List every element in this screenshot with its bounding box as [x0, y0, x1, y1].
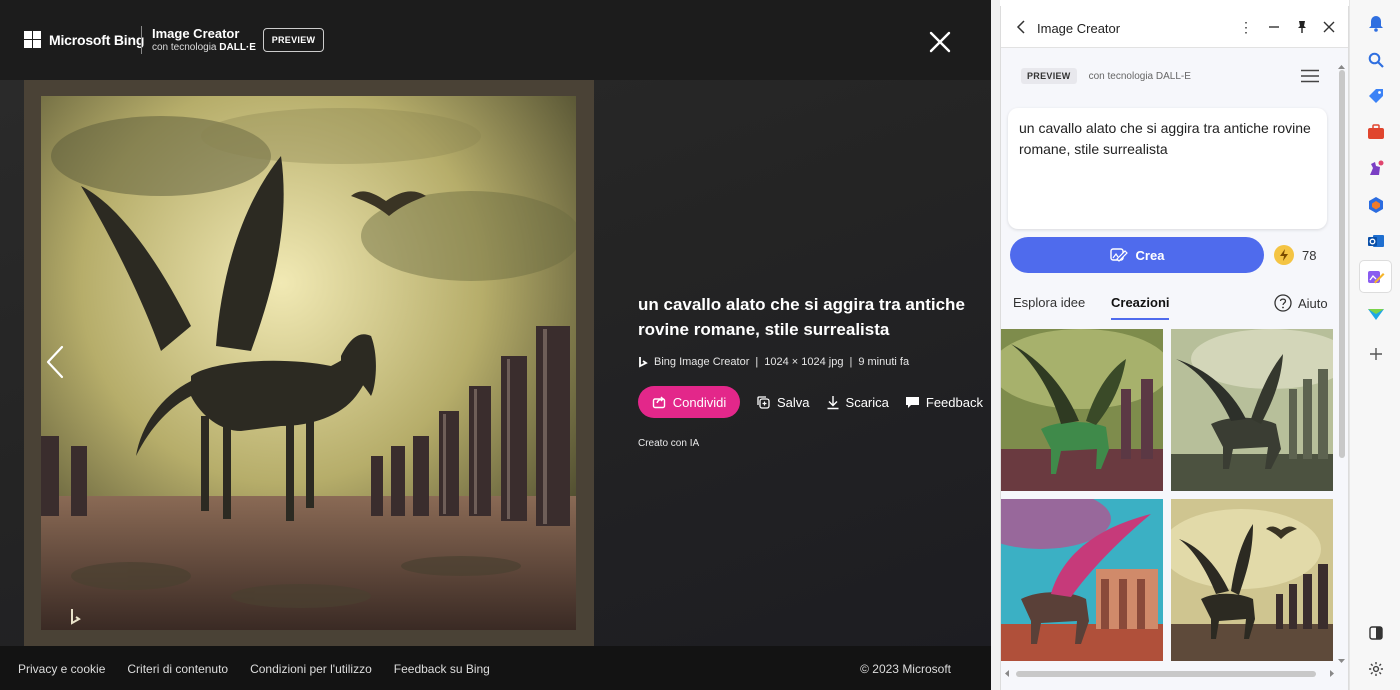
boost-count: 78	[1302, 247, 1317, 263]
boost-icon	[1274, 245, 1294, 265]
panel-header: Image Creator ⋮	[1001, 6, 1348, 48]
creation-thumbnail[interactable]	[1001, 499, 1163, 661]
product-title: Image Creator	[152, 26, 240, 41]
bing-logo[interactable]: Microsoft Bing	[24, 31, 144, 48]
save-button[interactable]: Salva	[756, 395, 810, 410]
image-detail-view: Microsoft Bing Image Creator con tecnolo…	[0, 0, 991, 690]
outlook-icon[interactable]	[1366, 231, 1386, 251]
meta-separator: |	[849, 356, 853, 368]
header-divider	[141, 26, 142, 54]
prompt-title: un cavallo alato che si aggira tra antic…	[638, 295, 965, 339]
image-info: un cavallo alato che si aggira tra antic…	[638, 292, 988, 449]
product-subtitle: con tecnologia DALL·E	[152, 42, 256, 53]
microsoft-365-icon[interactable]	[1366, 195, 1386, 215]
top-bar: Microsoft Bing Image Creator con tecnolo…	[0, 0, 991, 80]
drop-icon[interactable]	[1366, 304, 1386, 324]
bing-icon	[639, 357, 648, 368]
panel-subheader: PREVIEW con tecnologia DALL-E	[1021, 68, 1191, 84]
feedback-button[interactable]: Feedback	[905, 395, 983, 410]
image-creator-panel: Image Creator ⋮ PREVIEW con tecnologia D…	[1000, 6, 1349, 690]
create-icon	[1109, 248, 1128, 262]
collection-icon	[757, 395, 770, 409]
help-button[interactable]: Aiuto	[1274, 294, 1328, 312]
footer-link-privacy[interactable]: Privacy e cookie	[18, 662, 105, 676]
microsoft-logo-icon	[24, 31, 41, 48]
meta-source: Bing Image Creator	[654, 356, 750, 368]
panel-title: Image Creator	[1037, 21, 1121, 36]
feedback-icon	[905, 397, 919, 408]
split-screen-icon[interactable]	[1366, 623, 1386, 643]
creation-thumbnail[interactable]	[1171, 329, 1333, 491]
download-icon	[827, 395, 839, 409]
shopping-tag-icon[interactable]	[1366, 86, 1386, 106]
share-icon	[652, 396, 665, 409]
dalle-text: con tecnologia DALL-E	[1088, 70, 1191, 82]
creations-grid	[1001, 329, 1335, 661]
creation-thumbnail[interactable]	[1001, 329, 1163, 491]
footer-link-feedback[interactable]: Feedback su Bing	[394, 662, 490, 676]
add-icon[interactable]	[1366, 344, 1386, 364]
boost-counter[interactable]: 78	[1274, 245, 1316, 265]
share-label: Condividi	[672, 394, 727, 410]
copyright: © 2023 Microsoft	[860, 662, 951, 676]
footer-link-content-policy[interactable]: Criteri di contenuto	[127, 662, 228, 676]
panel-gutter	[991, 0, 1000, 690]
search-icon[interactable]	[1366, 50, 1386, 70]
previous-arrow-icon[interactable]	[44, 345, 66, 379]
bing-watermark-icon	[71, 609, 81, 625]
brand-name: Microsoft Bing	[49, 31, 145, 48]
browser-sidebar	[1349, 0, 1400, 690]
image-stage: un cavallo alato che si aggira tra antic…	[0, 80, 991, 646]
preview-badge: PREVIEW	[1021, 68, 1077, 84]
image-meta: Bing Image Creator | 1024 × 1024 jpg | 9…	[638, 356, 988, 368]
minimize-icon[interactable]	[1267, 19, 1281, 35]
share-button[interactable]: Condividi	[638, 386, 740, 418]
meta-time: 9 minuti fa	[858, 356, 910, 368]
pin-icon[interactable]	[1295, 19, 1309, 35]
horizontal-scrollbar-thumb[interactable]	[1016, 671, 1316, 677]
close-panel-icon[interactable]	[1322, 19, 1336, 35]
meta-separator: |	[755, 356, 759, 368]
panel-tabs: Esplora idee Creazioni Aiuto	[1013, 294, 1338, 324]
close-icon[interactable]	[927, 29, 953, 55]
footer: Privacy e cookie Criteri di contenuto Co…	[0, 646, 991, 690]
scroll-left-icon[interactable]	[1004, 669, 1010, 678]
menu-icon[interactable]	[1301, 69, 1319, 83]
scrollbar-thumb[interactable]	[1339, 70, 1345, 458]
more-options-icon[interactable]: ⋮	[1239, 19, 1253, 35]
image-frame	[24, 80, 594, 646]
games-icon[interactable]	[1366, 158, 1386, 178]
download-label: Scarica	[845, 394, 889, 410]
preview-badge: PREVIEW	[263, 28, 324, 52]
horizontal-scrollbar[interactable]	[1001, 668, 1341, 682]
generated-image[interactable]	[41, 96, 576, 630]
back-arrow-icon[interactable]	[1015, 20, 1027, 34]
feedback-label: Feedback	[925, 394, 983, 410]
tab-creations[interactable]: Creazioni	[1111, 295, 1170, 310]
action-bar: Condividi Salva Scarica Feedback	[638, 386, 988, 418]
prompt-input[interactable]: un cavallo alato che si aggira tra antic…	[1008, 108, 1327, 229]
meta-size: 1024 × 1024 jpg	[764, 356, 844, 368]
footer-links: Privacy e cookie Criteri di contenuto Co…	[18, 662, 490, 676]
active-tab-indicator	[1111, 318, 1169, 320]
download-button[interactable]: Scarica	[826, 395, 889, 410]
help-label: Aiuto	[1298, 295, 1328, 311]
scroll-right-icon[interactable]	[1329, 669, 1335, 678]
settings-gear-icon[interactable]	[1366, 659, 1386, 679]
create-label: Crea	[1135, 247, 1165, 263]
vertical-scrollbar[interactable]	[1337, 64, 1346, 664]
create-button[interactable]: Crea	[1010, 237, 1264, 273]
tools-briefcase-icon[interactable]	[1366, 122, 1386, 142]
creation-thumbnail[interactable]	[1171, 499, 1333, 661]
tab-explore-ideas[interactable]: Esplora idee	[1013, 295, 1085, 310]
ai-created-note: Creato con IA	[638, 438, 700, 449]
footer-link-terms[interactable]: Condizioni per l'utilizzo	[250, 662, 372, 676]
product-title-block[interactable]: Image Creator con tecnologia DALL·E	[152, 26, 256, 53]
image-creator-icon[interactable]	[1366, 267, 1386, 287]
save-label: Salva	[777, 394, 810, 410]
notifications-icon[interactable]	[1366, 13, 1386, 33]
scroll-down-icon[interactable]	[1337, 658, 1346, 664]
help-icon	[1274, 294, 1292, 312]
